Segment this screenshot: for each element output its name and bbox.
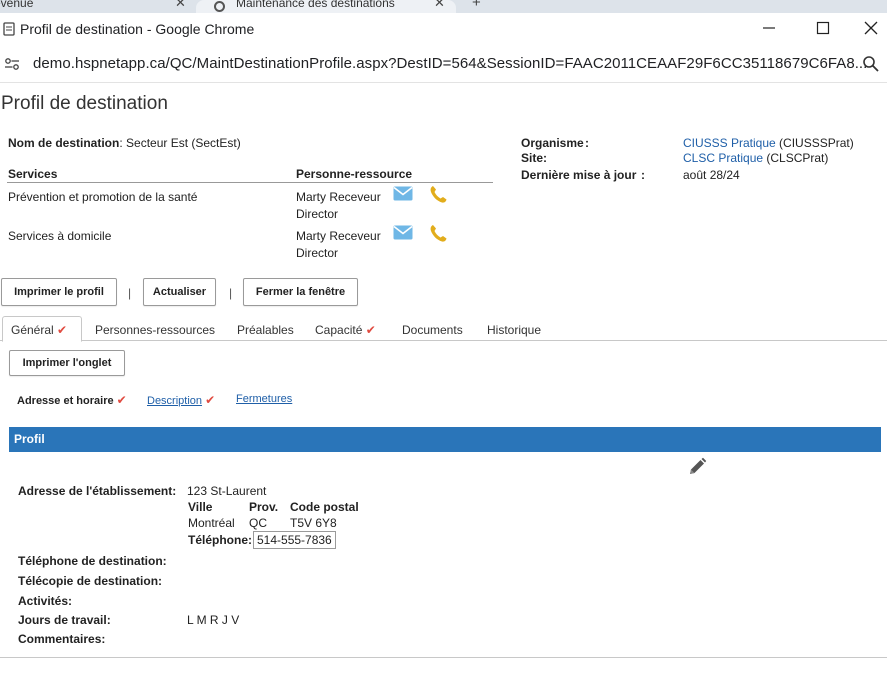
check-icon: ✔ <box>116 393 127 407</box>
subnav-description[interactable]: Description ✔ <box>147 393 215 407</box>
check-icon: ✔ <box>365 323 376 337</box>
workdays-label: Jours de travail: <box>18 613 111 627</box>
address-label: Adresse de l'établissement: <box>18 484 177 498</box>
tab-historique[interactable]: Historique <box>487 323 541 337</box>
prov-header: Prov. <box>249 500 279 514</box>
contact-role: Director <box>296 207 339 221</box>
print-tab-button[interactable]: Imprimer l'onglet <box>9 350 125 376</box>
tab-close-icon[interactable]: ✕ <box>175 0 186 11</box>
workdays-value: L M R J V <box>187 613 240 627</box>
service-name: Services à domicile <box>8 229 112 243</box>
subnav-address-hours[interactable]: Adresse et horaire ✔ <box>17 393 127 407</box>
tab-close-icon[interactable]: ✕ <box>434 0 445 11</box>
tab-documents[interactable]: Documents <box>402 323 463 337</box>
background-tab[interactable]: evenue <box>0 0 33 10</box>
check-icon: ✔ <box>205 393 216 407</box>
tab-prealables[interactable]: Préalables <box>237 323 294 337</box>
city-value: Montréal <box>188 516 235 530</box>
profil-section-title: Profil <box>14 432 45 446</box>
organisme-label: Organisme <box>521 136 584 150</box>
check-icon: ✔ <box>57 323 68 337</box>
email-icon[interactable] <box>393 225 413 240</box>
activities-label: Activités: <box>18 594 73 608</box>
email-icon[interactable] <box>393 186 413 201</box>
print-profile-button[interactable]: Imprimer le profil <box>1 278 117 306</box>
organisme-code: (CIUSSSPrat) <box>775 136 854 150</box>
services-divider <box>7 182 493 183</box>
contact-role: Director <box>296 246 339 260</box>
last-update-colon: : <box>641 168 645 182</box>
content-bottom-border <box>0 657 887 658</box>
service-name: Prévention et promotion de la santé <box>8 190 198 204</box>
organisme-colon: : <box>585 136 589 150</box>
url-text[interactable]: demo.hspnetapp.ca/QC/MaintDestinationPro… <box>33 55 867 72</box>
postal-value: T5V 6Y8 <box>290 516 337 530</box>
organisme-link[interactable]: CIUSSS Pratique <box>683 136 776 150</box>
subnav-closures[interactable]: Fermetures <box>236 393 292 405</box>
active-tab-title[interactable]: Maintenance des destinations <box>236 0 395 10</box>
phone-icon[interactable] <box>428 223 448 243</box>
postal-header: Code postal <box>290 500 359 514</box>
tab-personnes-ressources[interactable]: Personnes-ressources <box>95 323 215 337</box>
site-colon: : <box>543 151 547 165</box>
pencil-icon[interactable] <box>688 457 707 476</box>
close-window-icon[interactable] <box>863 20 879 36</box>
maximize-icon[interactable] <box>816 21 830 35</box>
destination-name-label: Nom de destination <box>8 136 120 150</box>
services-header: Services <box>8 167 58 181</box>
button-separator: | <box>128 286 132 300</box>
window-titlebar: Profil de destination - Google Chrome <box>0 13 887 46</box>
organisme-value: CIUSSS Pratique (CIUSSSPrat) <box>683 136 854 150</box>
phone-label: Téléphone: <box>188 533 253 547</box>
tabs-baseline <box>0 340 887 341</box>
contact-name: Marty Receveur <box>296 190 381 204</box>
destination-name-value: : Secteur Est (SectEst) <box>119 136 241 150</box>
page-title: Profil de destination <box>1 93 168 114</box>
site-link[interactable]: CLSC Pratique <box>683 151 763 165</box>
contact-name: Marty Receveur <box>296 229 381 243</box>
prov-value: QC <box>249 516 267 530</box>
tab-general-label[interactable]: Général ✔ <box>11 323 67 337</box>
new-tab-icon[interactable]: + <box>472 0 481 11</box>
city-header: Ville <box>188 500 213 514</box>
destination-name-row: Nom de destination: Secteur Est (SectEst… <box>8 136 241 150</box>
last-update-label: Dernière mise à jour <box>521 168 637 182</box>
site-code: (CLSCPrat) <box>763 151 829 165</box>
address-bar[interactable]: demo.hspnetapp.ca/QC/MaintDestinationPro… <box>0 46 887 83</box>
site-value: CLSC Pratique (CLSCPrat) <box>683 151 828 165</box>
window-title: Profil de destination - Google Chrome <box>20 21 255 37</box>
phone-value-box: 514-555-7836 <box>253 531 336 549</box>
address-value: 123 St-Laurent <box>187 484 267 498</box>
comments-label: Commentaires: <box>18 632 106 646</box>
dest-phone-label: Téléphone de destination: <box>18 554 167 568</box>
refresh-button[interactable]: Actualiser <box>143 278 216 306</box>
minimize-icon[interactable] <box>762 21 776 35</box>
zoom-icon[interactable] <box>862 55 880 73</box>
button-separator: | <box>229 286 233 300</box>
contact-header: Personne-ressource <box>296 167 413 181</box>
phone-icon[interactable] <box>428 184 448 204</box>
last-update-value: août 28/24 <box>683 168 740 182</box>
profil-section-header: Profil <box>9 427 881 452</box>
dest-fax-label: Télécopie de destination: <box>18 574 163 588</box>
close-window-button[interactable]: Fermer la fenêtre <box>243 278 358 306</box>
site-label: Site <box>521 151 544 165</box>
site-settings-icon[interactable] <box>4 56 20 72</box>
page-document-icon <box>3 22 15 36</box>
browser-tabstrip: evenue ✕ Maintenance des destinations ✕ … <box>0 0 887 13</box>
globe-icon <box>214 1 225 12</box>
tab-capacite[interactable]: Capacité ✔ <box>315 323 376 337</box>
